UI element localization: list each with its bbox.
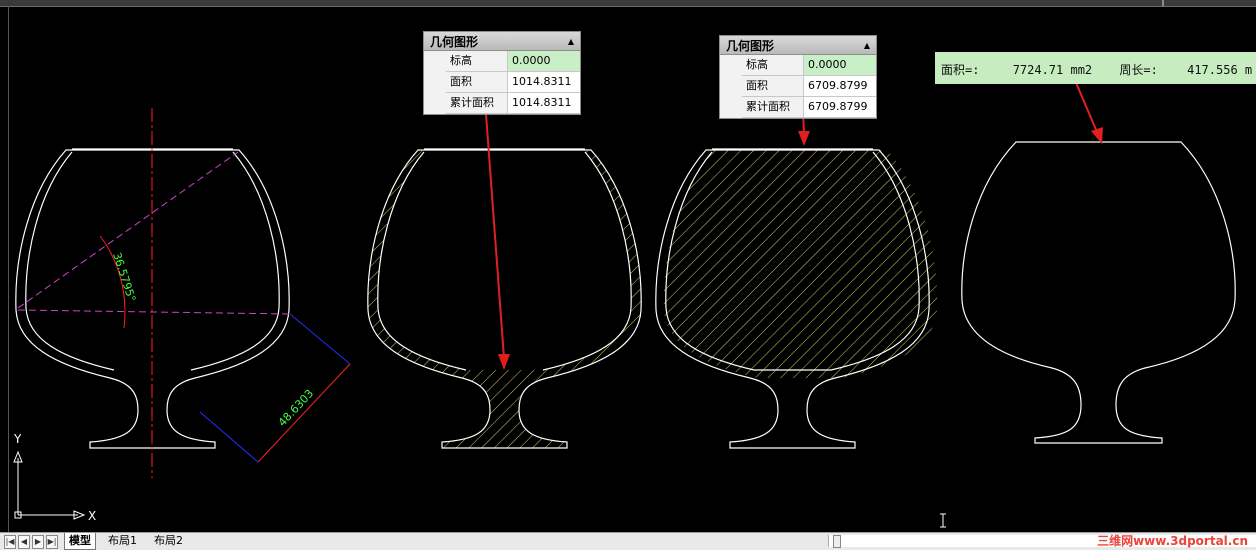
scrollbar-thumb[interactable] bbox=[833, 535, 841, 548]
next-tab-button[interactable]: ▶ bbox=[32, 535, 44, 549]
collapse-arrow-icon[interactable]: ▲ bbox=[568, 37, 574, 46]
property-value[interactable]: 1014.8311 bbox=[508, 72, 580, 92]
geometry-panel-title: 几何图形 bbox=[430, 34, 479, 49]
watermark-text: 三维网www.3dportal.cn bbox=[1097, 534, 1248, 548]
geometry-panel-2[interactable]: 几何图形 ▲ 标高 0.0000 面积 6709.8799 累计面积 6709.… bbox=[719, 35, 877, 119]
leader-arrow-3 bbox=[1073, 77, 1098, 133]
property-row-cumulative-area[interactable]: 累计面积 1014.8311 bbox=[446, 93, 580, 114]
glass-4 bbox=[961, 141, 1236, 444]
perimeter-value: 417.556 m bbox=[1187, 63, 1253, 77]
perimeter-label: 周长=: bbox=[1119, 63, 1158, 77]
length-extension-line-2 bbox=[199, 411, 259, 463]
property-value[interactable]: 1014.8311 bbox=[508, 93, 580, 113]
property-value[interactable]: 6709.8799 bbox=[804, 97, 876, 117]
property-label: 标高 bbox=[742, 55, 804, 75]
top-frame bbox=[0, 0, 1256, 7]
glass-3-hatched-cup bbox=[663, 150, 938, 378]
property-row-cumulative-area[interactable]: 累计面积 6709.8799 bbox=[742, 97, 876, 118]
tab-layout2[interactable]: 布局2 bbox=[150, 533, 187, 549]
glass-1: 36.5795° 48.6303 bbox=[15, 108, 351, 478]
left-frame-edge bbox=[8, 6, 9, 533]
tab-model[interactable]: 模型 bbox=[64, 533, 96, 550]
collapse-arrow-icon[interactable]: ▲ bbox=[864, 41, 870, 50]
property-row-elevation[interactable]: 标高 0.0000 bbox=[446, 51, 580, 72]
length-extension-line-1 bbox=[289, 313, 351, 365]
text-cursor-icon bbox=[940, 513, 946, 528]
property-value[interactable]: 0.0000 bbox=[508, 51, 580, 71]
first-tab-button[interactable]: |◀ bbox=[4, 535, 16, 549]
tab-layout1[interactable]: 布局1 bbox=[104, 533, 141, 549]
ucs-icon: Y X bbox=[13, 432, 96, 523]
glass-4-outline bbox=[961, 141, 1236, 444]
ucs-x-label: X bbox=[88, 509, 96, 523]
geometry-panel-1[interactable]: 几何图形 ▲ 标高 0.0000 面积 1014.8311 累计面积 1014.… bbox=[423, 31, 581, 115]
length-dimension-line bbox=[257, 363, 351, 463]
property-value[interactable]: 0.0000 bbox=[804, 55, 876, 75]
prev-tab-button[interactable]: ◀ bbox=[18, 535, 30, 549]
layout-tab-bar: |◀ ◀ ▶ ▶| 模型 布局1 布局2 三维网www.3dportal.cn bbox=[0, 532, 1256, 550]
frame-divider bbox=[1162, 0, 1164, 6]
geometry-panel-title: 几何图形 bbox=[726, 38, 775, 53]
geometry-panel-header[interactable]: 几何图形 ▲ bbox=[424, 32, 580, 51]
area-perimeter-readout: 面积=: 7724.71 mm2 周长=: 417.556 m bbox=[935, 52, 1256, 84]
glass-2-inner-cup bbox=[377, 152, 632, 370]
ucs-y-label: Y bbox=[13, 432, 22, 446]
property-label: 面积 bbox=[742, 76, 804, 96]
property-value[interactable]: 6709.8799 bbox=[804, 76, 876, 96]
property-label: 标高 bbox=[446, 51, 508, 71]
geometry-panel-header[interactable]: 几何图形 ▲ bbox=[720, 36, 876, 55]
property-row-elevation[interactable]: 标高 0.0000 bbox=[742, 55, 876, 76]
length-dimension-text: 48.6303 bbox=[276, 387, 317, 429]
area-label: 面积=: bbox=[941, 63, 980, 77]
area-value: 7724.71 mm2 bbox=[1012, 63, 1093, 77]
property-row-area[interactable]: 面积 6709.8799 bbox=[742, 76, 876, 97]
last-tab-button[interactable]: ▶| bbox=[46, 535, 58, 549]
property-row-area[interactable]: 面积 1014.8311 bbox=[446, 72, 580, 93]
glass-3 bbox=[655, 148, 938, 449]
angle-dimension-text: 36.5795° bbox=[110, 251, 138, 304]
property-label: 面积 bbox=[446, 72, 508, 92]
property-label: 累计面积 bbox=[446, 93, 508, 113]
leader-arrowhead-2 bbox=[798, 131, 810, 146]
glass-1-construction-line-horiz bbox=[17, 309, 291, 315]
property-label: 累计面积 bbox=[742, 97, 804, 117]
glass-2 bbox=[367, 148, 642, 449]
